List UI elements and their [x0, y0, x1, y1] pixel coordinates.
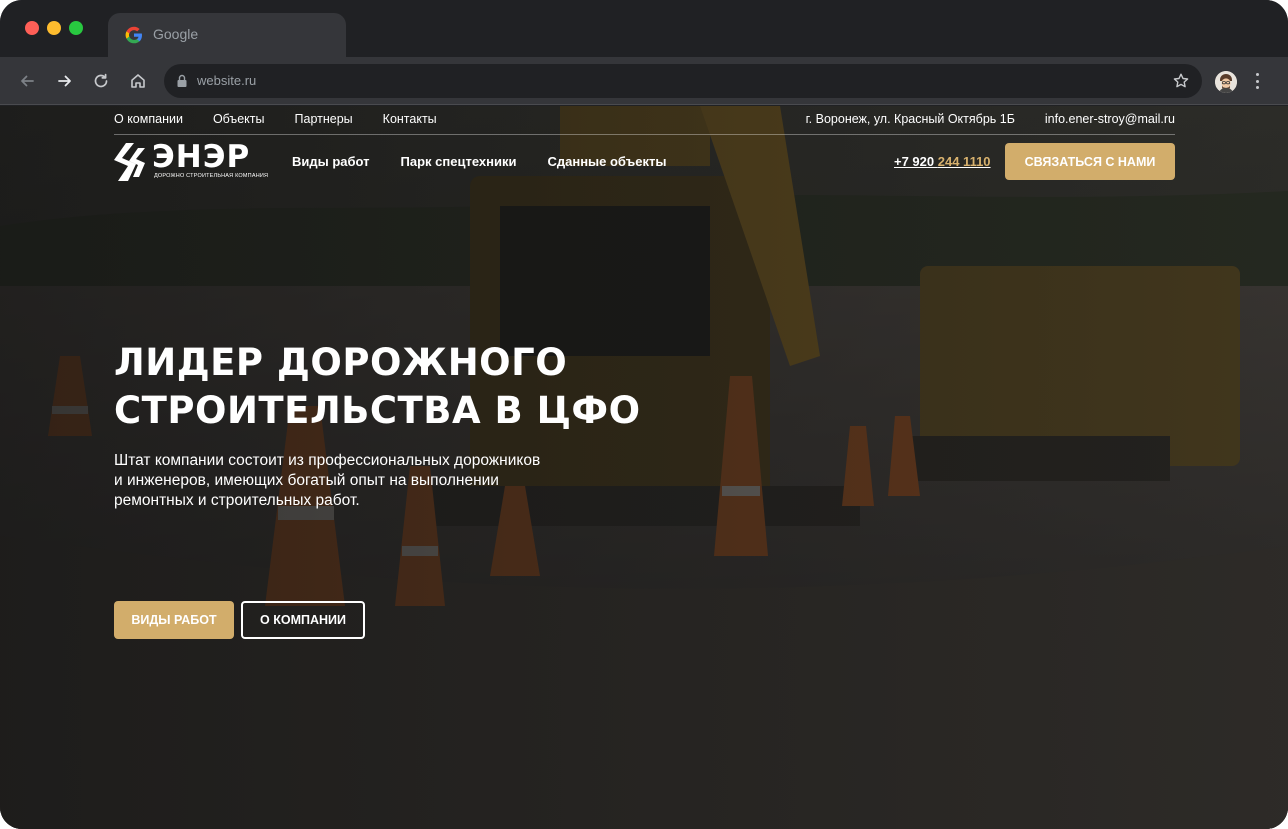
phone-number[interactable]: +7 920 244 1110 — [894, 154, 991, 169]
kebab-menu-icon[interactable] — [1254, 70, 1260, 92]
url-text: website.ru — [197, 73, 257, 88]
star-icon[interactable] — [1172, 72, 1190, 90]
browser-window: Google website.ru О компании Объекты Пар… — [0, 0, 1288, 829]
address-bar[interactable]: website.ru — [164, 64, 1202, 98]
hero-title-line-2: СТРОИТЕЛЬСТВА В ЦФО — [114, 389, 641, 432]
maximize-window-button[interactable] — [69, 21, 83, 35]
top-link-objects[interactable]: Объекты — [213, 112, 265, 126]
top-link-contacts[interactable]: Контакты — [383, 112, 437, 126]
top-link-about[interactable]: О компании — [114, 112, 183, 126]
logo-mark-icon — [114, 143, 145, 181]
logo-subtitle: ДОРОЖНО СТРОИТЕЛЬНАЯ КОМПАНИЯ — [154, 173, 269, 179]
browser-toolbar: website.ru — [0, 57, 1288, 105]
top-utility-nav: О компании Объекты Партнеры Контакты г. … — [114, 106, 1175, 135]
hero-title: ЛИДЕР ДОРОЖНОГО СТРОИТЕЛЬСТВА В ЦФО — [114, 339, 734, 435]
reload-button[interactable] — [90, 70, 112, 92]
website-page: О компании Объекты Партнеры Контакты г. … — [0, 106, 1288, 829]
close-window-button[interactable] — [25, 21, 39, 35]
profile-avatar[interactable] — [1215, 71, 1237, 93]
google-g-icon — [125, 26, 142, 44]
forward-arrow-icon — [58, 75, 71, 87]
nav-link-work-types[interactable]: Виды работ — [292, 154, 370, 169]
hero-title-line-1: ЛИДЕР ДОРОЖНОГО — [114, 341, 568, 384]
home-button[interactable] — [127, 70, 149, 92]
avatar-face-icon — [1215, 71, 1237, 93]
home-icon — [131, 74, 145, 88]
tab-title: Google — [153, 26, 199, 42]
company-email[interactable]: info.ener-stroy@mail.ru — [1045, 112, 1175, 126]
browser-tab[interactable]: Google — [108, 13, 346, 57]
main-nav: ЭНЭР ДОРОЖНО СТРОИТЕЛЬНАЯ КОМПАНИЯ Виды … — [114, 139, 1175, 182]
hero-text-line-3: ремонтных и строительных работ. — [114, 492, 360, 509]
title-bar: Google — [0, 0, 1288, 57]
nav-link-completed-objects[interactable]: Сданные объекты — [547, 154, 666, 169]
nav-link-equipment-park[interactable]: Парк спецтехники — [401, 154, 517, 169]
back-button[interactable] — [16, 70, 38, 92]
phone-accent: 244 1110 — [937, 154, 991, 169]
hero-text-line-1: Штат компании состоит из профессиональны… — [114, 452, 541, 469]
minimize-window-button[interactable] — [47, 21, 61, 35]
lock-icon — [177, 74, 187, 87]
company-logo[interactable]: ЭНЭР ДОРОЖНО СТРОИТЕЛЬНАЯ КОМПАНИЯ — [114, 139, 268, 182]
about-company-button[interactable]: О КОМПАНИИ — [241, 601, 365, 639]
company-address: г. Воронеж, ул. Красный Октябрь 1Б — [805, 112, 1015, 126]
top-link-partners[interactable]: Партнеры — [295, 112, 353, 126]
logo-text: ЭНЭР — [152, 139, 251, 175]
work-types-button[interactable]: ВИДЫ РАБОТ — [114, 601, 234, 639]
contact-us-button[interactable]: СВЯЗАТЬСЯ С НАМИ — [1005, 143, 1175, 180]
hero-description: Штат компании состоит из профессиональны… — [114, 451, 564, 511]
phone-prefix: +7 920 — [894, 154, 938, 169]
reload-icon — [94, 73, 108, 88]
back-arrow-icon — [21, 75, 34, 87]
hero-text-line-2: и инженеров, имеющих богатый опыт на вып… — [114, 472, 499, 489]
forward-button[interactable] — [54, 70, 76, 92]
